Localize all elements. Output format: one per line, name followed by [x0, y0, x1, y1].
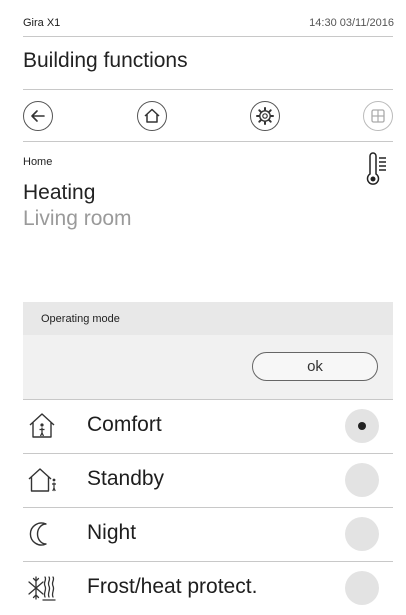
- back-button[interactable]: [23, 101, 53, 131]
- panel-header: Operating mode: [23, 302, 393, 335]
- divider: [23, 507, 393, 508]
- house-comfort-icon: [29, 413, 55, 438]
- mode-row-standby[interactable]: Standby: [23, 453, 393, 507]
- gear-icon: [256, 107, 274, 125]
- time-date: 14:30 03/11/2016: [309, 17, 394, 29]
- grid-icon: [371, 109, 385, 123]
- mode-label: Comfort: [87, 413, 162, 436]
- mode-row-night[interactable]: Night: [23, 507, 393, 561]
- home-icon: [144, 108, 160, 123]
- mode-label: Frost/heat protect.: [87, 575, 258, 598]
- arrow-left-icon: [31, 110, 45, 122]
- house-standby-icon: [28, 468, 56, 492]
- mode-radio-standby[interactable]: [345, 463, 379, 497]
- ok-area: ok: [23, 335, 393, 399]
- settings-button[interactable]: [250, 101, 280, 131]
- divider: [23, 453, 393, 454]
- mode-radio-night[interactable]: [345, 517, 379, 551]
- divider: [23, 89, 393, 90]
- mode-radio-comfort[interactable]: [345, 409, 379, 443]
- mode-row-comfort[interactable]: Comfort: [23, 399, 393, 453]
- divider: [23, 399, 393, 400]
- moon-icon: [29, 522, 47, 546]
- app-name: Gira X1: [23, 17, 61, 29]
- function-title: Heating: [23, 181, 96, 204]
- mode-label: Night: [87, 521, 137, 544]
- grid-button[interactable]: [363, 101, 393, 131]
- divider: [23, 141, 393, 142]
- mode-radio-frost-heat[interactable]: [345, 571, 379, 605]
- breadcrumb: Home: [23, 156, 53, 168]
- status-bar: Gira X1 14:30 03/11/2016: [0, 0, 406, 36]
- mode-label: Standby: [87, 467, 165, 490]
- operating-mode-panel: Operating mode ok Comfort Standby Night: [23, 302, 393, 615]
- ok-button[interactable]: ok: [252, 352, 378, 381]
- divider: [23, 36, 393, 37]
- page-title: Building functions: [23, 49, 188, 72]
- function-subtitle: Living room: [23, 207, 132, 230]
- frost-heat-icon: [28, 576, 56, 601]
- thermometer-icon: [366, 152, 386, 185]
- panel-title: Operating mode: [41, 313, 120, 325]
- divider: [23, 561, 393, 562]
- home-button[interactable]: [137, 101, 167, 131]
- mode-row-frost-heat[interactable]: Frost/heat protect.: [23, 561, 393, 615]
